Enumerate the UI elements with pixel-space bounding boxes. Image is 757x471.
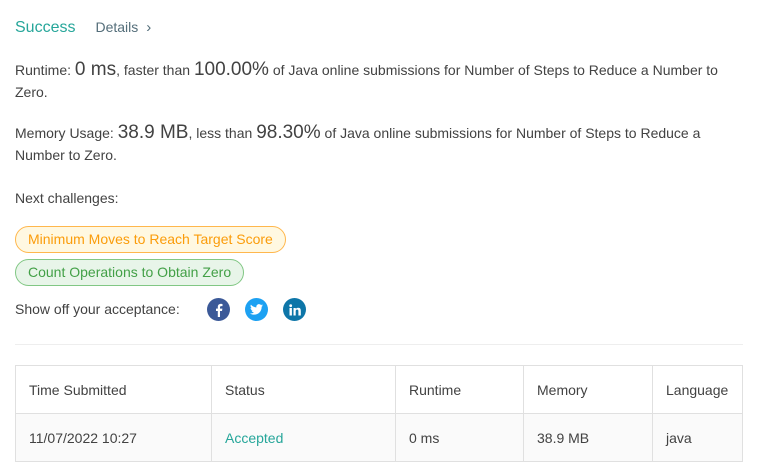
linkedin-icon[interactable] [283,298,306,321]
memory-percent: 98.30% [256,122,321,143]
table-row: 11/07/2022 10:27 Accepted 0 ms 38.9 MB j… [15,413,743,462]
details-label: Details [95,19,139,35]
memory-value: 38.9 MB [117,122,189,143]
section-divider [15,344,743,345]
runtime-label: Runtime: [15,62,72,78]
column-header-language[interactable]: Language [652,365,743,414]
memory-comparison: , less than [188,125,253,141]
cell-status: Accepted [211,413,396,462]
cell-memory: 38.9 MB [523,413,653,462]
table-header-row: Time Submitted Status Runtime Memory Lan… [15,365,743,414]
runtime-comparison: , faster than [116,62,191,78]
column-header-memory[interactable]: Memory [523,365,653,414]
memory-summary: Memory Usage: 38.9 MB, less than 98.30% … [15,122,735,166]
cell-language: java [652,413,743,462]
result-header: Success Details › [15,19,151,37]
challenge-pill-count-operations[interactable]: Count Operations to Obtain Zero [15,259,245,286]
column-header-time-submitted[interactable]: Time Submitted [15,365,212,414]
runtime-percent: 100.00% [193,59,269,80]
status-title: Success [15,19,76,36]
facebook-icon[interactable] [207,298,230,321]
details-link[interactable]: Details › [95,19,151,36]
status-accepted-link[interactable]: Accepted [225,430,283,446]
column-header-status[interactable]: Status [211,365,396,414]
runtime-summary: Runtime: 0 ms, faster than 100.00% of Ja… [15,59,735,103]
submissions-table: Time Submitted Status Runtime Memory Lan… [15,365,743,462]
chevron-right-icon: › [146,19,152,36]
cell-runtime: 0 ms [395,413,524,462]
next-challenges-label: Next challenges: [15,190,119,206]
challenge-pill-minimum-moves[interactable]: Minimum Moves to Reach Target Score [15,226,286,253]
column-header-runtime[interactable]: Runtime [395,365,524,414]
memory-label: Memory Usage: [15,125,114,141]
twitter-icon[interactable] [245,298,268,321]
cell-time-submitted: 11/07/2022 10:27 [15,413,212,462]
share-label: Show off your acceptance: [15,301,180,317]
runtime-value: 0 ms [74,59,117,80]
